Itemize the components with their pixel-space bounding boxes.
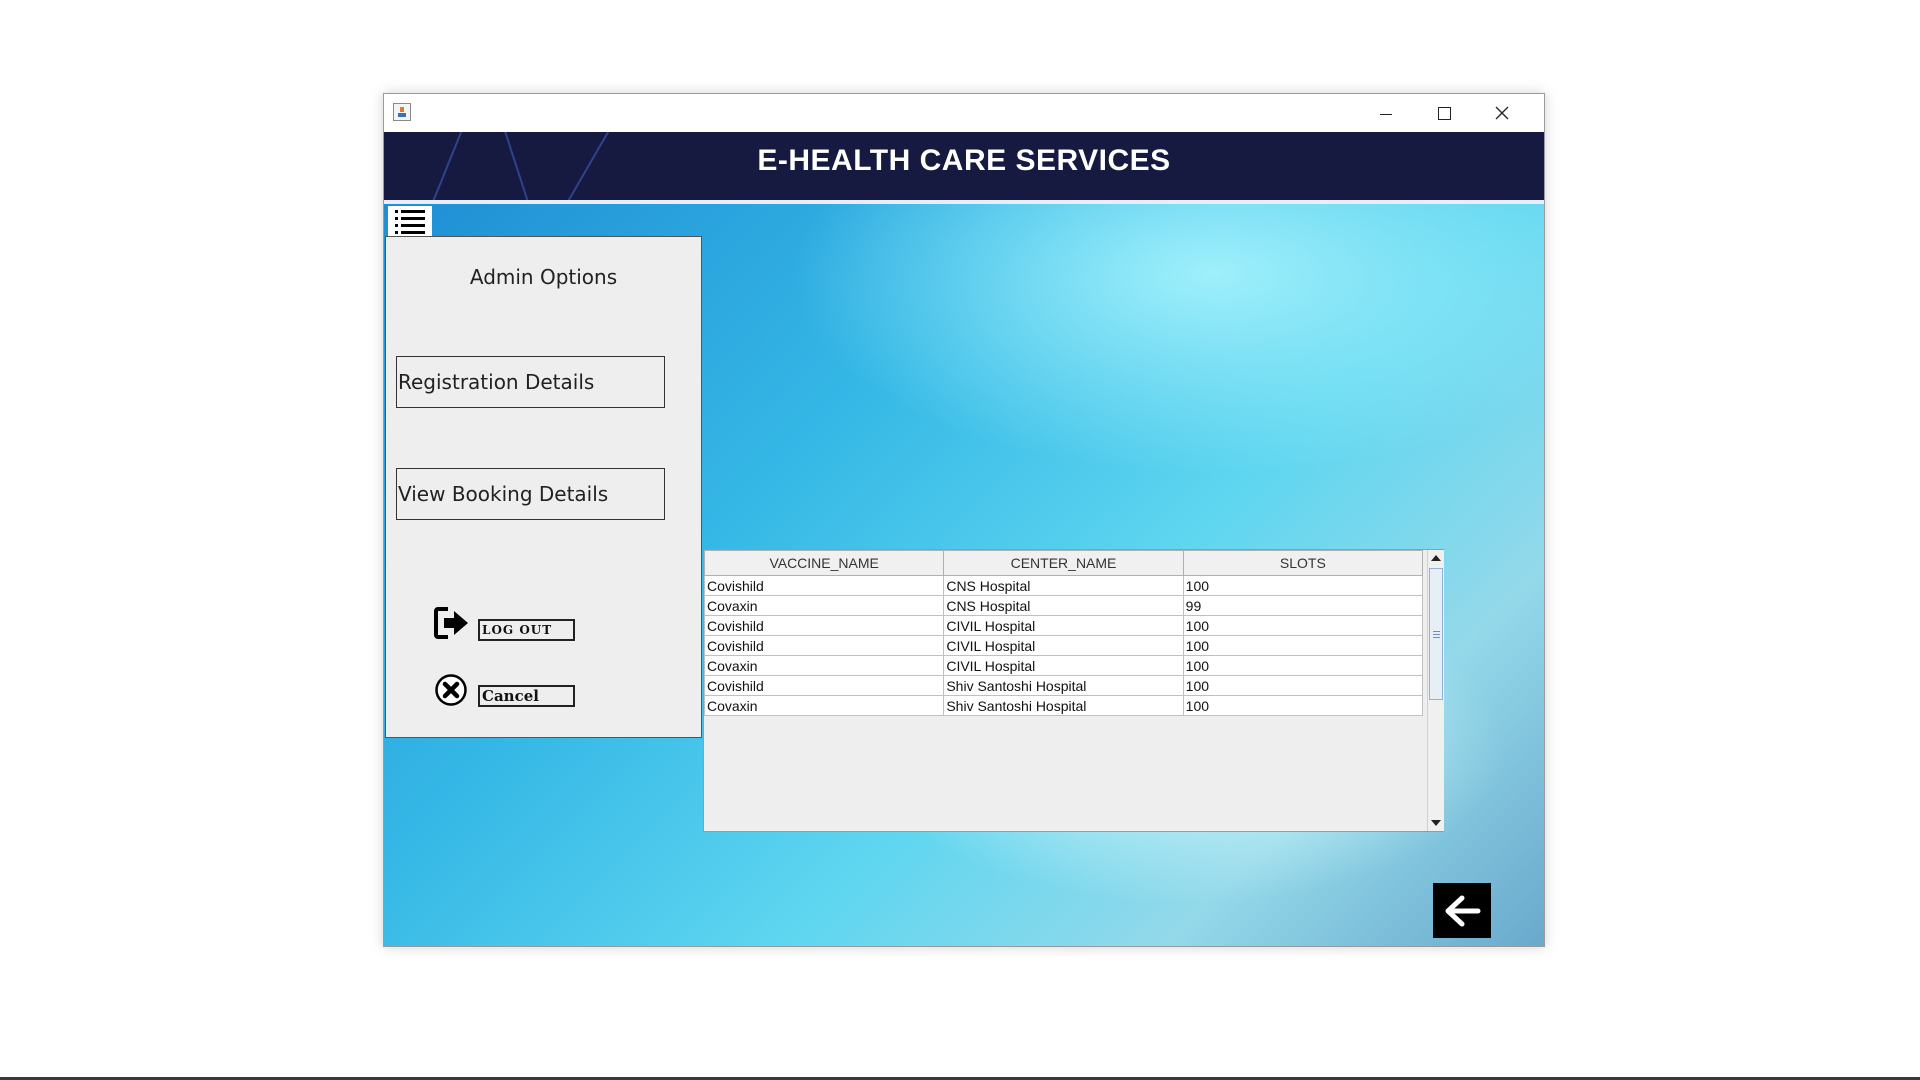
table-cell[interactable]: Covaxin: [703, 655, 945, 676]
table-row[interactable]: Covishild CIVIL Hospital 100: [703, 615, 1424, 636]
table-cell[interactable]: CIVIL Hospital: [943, 615, 1184, 636]
table-cell[interactable]: Covaxin: [703, 695, 945, 716]
maximize-button[interactable]: [1415, 94, 1473, 132]
table-cell[interactable]: Covishild: [703, 575, 945, 596]
registration-details-button[interactable]: Registration Details: [396, 356, 665, 408]
list-menu-icon: [395, 210, 432, 213]
table-cell[interactable]: CNS Hospital: [943, 575, 1184, 596]
title-bar[interactable]: [384, 94, 1544, 132]
minimize-button[interactable]: [1357, 94, 1415, 132]
column-header-slots[interactable]: SLOTS: [1182, 550, 1424, 576]
vaccine-table-panel: VACCINE_NAME CENTER_NAME SLOTS Covishild…: [703, 549, 1444, 832]
java-cup-icon: [393, 103, 411, 121]
cancel-x-circle-icon[interactable]: [434, 673, 468, 707]
table-row[interactable]: Covaxin CNS Hospital 99: [703, 595, 1424, 616]
table-cell[interactable]: 100: [1182, 655, 1424, 676]
app-title: E-HEALTH CARE SERVICES: [757, 144, 1171, 177]
close-icon: [1495, 106, 1509, 120]
scroll-grip-icon: [1432, 630, 1440, 638]
table-row[interactable]: Covishild CIVIL Hospital 100: [703, 635, 1424, 656]
panel-title: Admin Options: [469, 265, 618, 289]
table-cell[interactable]: 100: [1182, 575, 1424, 596]
scroll-down-arrow-icon: [1431, 820, 1441, 826]
table-cell[interactable]: CIVIL Hospital: [943, 655, 1184, 676]
cancel-button[interactable]: Cancel: [478, 685, 575, 707]
table-row[interactable]: Covishild Shiv Santoshi Hospital 100: [703, 675, 1424, 696]
vertical-scrollbar[interactable]: [1427, 550, 1444, 831]
scroll-up-button[interactable]: [1428, 550, 1444, 566]
table-cell[interactable]: 100: [1182, 695, 1424, 716]
logout-arrow-icon[interactable]: [434, 606, 470, 640]
view-booking-details-button[interactable]: View Booking Details: [396, 468, 665, 520]
vaccine-table: VACCINE_NAME CENTER_NAME SLOTS Covishild…: [703, 550, 1424, 716]
scroll-down-button[interactable]: [1428, 815, 1444, 831]
table-cell[interactable]: Covaxin: [703, 595, 945, 616]
table-row[interactable]: Covaxin CIVIL Hospital 100: [703, 655, 1424, 676]
menu-toggle-button[interactable]: [388, 206, 432, 238]
back-button[interactable]: [1433, 883, 1491, 938]
table-cell[interactable]: Covishild: [703, 615, 945, 636]
table-cell[interactable]: Shiv Santoshi Hospital: [943, 675, 1184, 696]
logout-button[interactable]: LOG OUT: [478, 619, 575, 641]
header-banner: E-HEALTH CARE SERVICES: [384, 132, 1544, 204]
admin-options-panel: Admin Options Registration Details View …: [385, 236, 702, 738]
back-arrow-icon: [1445, 895, 1481, 926]
table-cell[interactable]: 100: [1182, 615, 1424, 636]
app-window: E-HEALTH CARE SERVICES Admin Options Reg…: [383, 93, 1545, 947]
scroll-up-arrow-icon: [1431, 555, 1441, 561]
scrollbar-thumb[interactable]: [1429, 568, 1443, 700]
table-cell[interactable]: Shiv Santoshi Hospital: [943, 695, 1184, 716]
main-content: Admin Options Registration Details View …: [384, 204, 1544, 946]
table-cell[interactable]: 100: [1182, 635, 1424, 656]
column-header-center-name[interactable]: CENTER_NAME: [943, 550, 1184, 576]
column-header-vaccine-name[interactable]: VACCINE_NAME: [703, 550, 945, 576]
table-header-row: VACCINE_NAME CENTER_NAME SLOTS: [703, 550, 1424, 576]
table-cell[interactable]: CIVIL Hospital: [943, 635, 1184, 656]
maximize-icon: [1437, 106, 1451, 120]
table-cell[interactable]: 99: [1182, 595, 1424, 616]
close-button[interactable]: [1473, 94, 1531, 132]
table-row[interactable]: Covaxin Shiv Santoshi Hospital 100: [703, 695, 1424, 716]
table-cell[interactable]: Covishild: [703, 635, 945, 656]
table-cell[interactable]: 100: [1182, 675, 1424, 696]
minimize-icon: [1380, 113, 1392, 115]
table-row[interactable]: Covishild CNS Hospital 100: [703, 575, 1424, 596]
table-cell[interactable]: Covishild: [703, 675, 945, 696]
table-cell[interactable]: CNS Hospital: [943, 595, 1184, 616]
